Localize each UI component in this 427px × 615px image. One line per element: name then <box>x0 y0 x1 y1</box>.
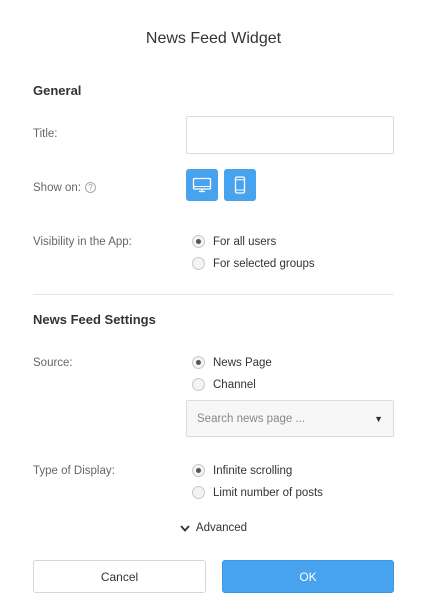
display-option-limit-posts[interactable]: Limit number of posts <box>192 486 323 499</box>
radio-unchecked[interactable] <box>192 486 205 499</box>
mobile-icon <box>234 176 246 194</box>
dialog-title: News Feed Widget <box>145 30 282 47</box>
title-input[interactable] <box>186 116 394 154</box>
display-option-label: Infinite scrolling <box>213 464 293 477</box>
title-label: Title: <box>33 128 58 140</box>
news-page-search-select[interactable]: Search news page ... ▼ <box>186 400 394 437</box>
source-option-news-page[interactable]: News Page <box>192 356 272 369</box>
show-on-mobile-button[interactable] <box>224 169 256 201</box>
radio-unchecked[interactable] <box>192 378 205 391</box>
show-on-desktop-button[interactable] <box>186 169 218 201</box>
visibility-option-selected-groups[interactable]: For selected groups <box>192 257 315 270</box>
radio-unchecked[interactable] <box>192 257 205 270</box>
news-page-search-placeholder: Search news page ... <box>197 412 306 425</box>
caret-down-icon: ▼ <box>374 413 383 424</box>
show-on-label-text: Show on: <box>33 182 81 194</box>
source-option-label: News Page <box>213 356 272 369</box>
ok-button[interactable]: OK <box>222 560 394 593</box>
visibility-option-all-users[interactable]: For all users <box>192 235 276 248</box>
help-icon[interactable]: ? <box>84 182 96 193</box>
radio-checked[interactable] <box>192 235 205 248</box>
display-option-infinite-scrolling[interactable]: Infinite scrolling <box>192 464 292 477</box>
visibility-option-label: For selected groups <box>213 257 315 270</box>
source-label: Source: <box>33 357 73 369</box>
section-general-heading: General <box>33 83 82 98</box>
show-on-label: Show on:? <box>33 182 96 194</box>
advanced-label: Advanced <box>195 522 248 534</box>
radio-checked[interactable] <box>192 464 205 477</box>
cancel-button[interactable]: Cancel <box>33 560 206 593</box>
section-divider <box>33 294 394 295</box>
advanced-toggle[interactable]: Advanced <box>0 522 427 534</box>
radio-checked[interactable] <box>192 356 205 369</box>
section-news-feed-settings-heading: News Feed Settings <box>33 312 156 327</box>
source-option-channel[interactable]: Channel <box>192 378 256 391</box>
visibility-option-label: For all users <box>213 235 277 248</box>
chevron-down-icon <box>180 524 190 532</box>
desktop-icon <box>192 177 212 193</box>
display-option-label: Limit number of posts <box>213 486 323 499</box>
visibility-label: Visibility in the App: <box>33 236 132 248</box>
source-option-label: Channel <box>213 378 256 391</box>
display-type-label: Type of Display: <box>33 465 115 477</box>
